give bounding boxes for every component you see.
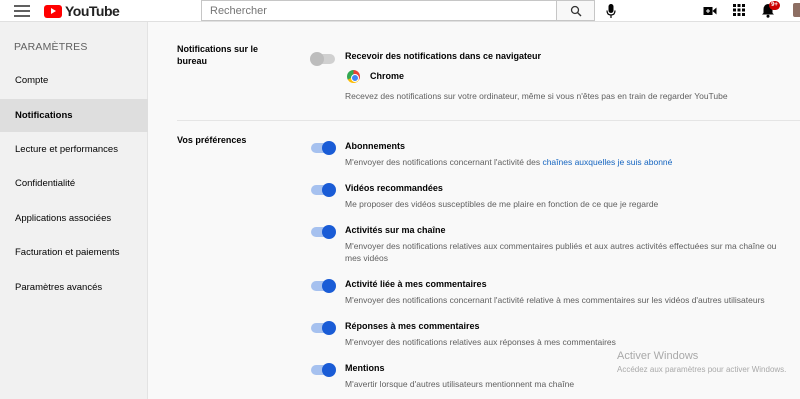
subscriptions-toggle[interactable] <box>311 141 336 155</box>
play-logo-icon <box>44 4 62 18</box>
microphone-icon[interactable] <box>605 3 617 19</box>
watermark-subtitle: Accédez aux paramètres pour activer Wind… <box>617 365 787 374</box>
mentions-title: Mentions <box>345 363 385 373</box>
comment-activity-toggle[interactable] <box>311 279 336 293</box>
logo-text: YouTube <box>65 3 120 19</box>
sidebar-item-label: Confidentialité <box>15 178 76 189</box>
toggle-knob <box>322 279 336 293</box>
sidebar-item-notifications[interactable]: Notifications <box>0 99 148 132</box>
section-divider <box>177 120 800 121</box>
toggle-knob <box>322 321 336 335</box>
browser-notifications-desc: Recevez des notifications sur votre ordi… <box>345 91 728 101</box>
desktop-notifications-label: Notifications sur le bureau <box>177 44 259 66</box>
toggle-knob <box>322 141 336 155</box>
settings-main: Notifications sur le bureau Recevoir des… <box>149 22 800 399</box>
mentions-toggle[interactable] <box>311 363 336 377</box>
recommended-videos-desc: Me proposer des vidéos susceptibles de m… <box>345 199 659 209</box>
toggle-knob <box>322 183 336 197</box>
comment-replies-desc: M'envoyer des notifications relatives au… <box>345 337 616 347</box>
toggle-knob <box>322 225 336 239</box>
sidebar-item-label: Lecture et performances <box>15 144 118 155</box>
comment-replies-title: Réponses à mes commentaires <box>345 321 480 331</box>
search-icon <box>570 5 582 17</box>
browser-notifications-title: Recevoir des notifications dans ce navig… <box>345 51 542 61</box>
comment-activity-desc: M'envoyer des notifications concernant l… <box>345 295 765 305</box>
sidebar-item-label: Paramètres avancés <box>15 282 103 293</box>
sidebar-item-connected-apps[interactable]: Applications associées <box>0 202 148 235</box>
browser-notifications-toggle[interactable] <box>310 52 335 66</box>
sidebar-item-privacy[interactable]: Confidentialité <box>0 167 148 200</box>
channel-activity-title: Activités sur ma chaîne <box>345 225 446 235</box>
avatar[interactable] <box>793 3 800 17</box>
comment-activity-title: Activité liée à mes commentaires <box>345 279 487 289</box>
subscriptions-desc-text: M'envoyer des notifications concernant l… <box>345 157 543 167</box>
sidebar-item-label: Compte <box>15 75 49 86</box>
comment-replies-toggle[interactable] <box>311 321 336 335</box>
search-button[interactable] <box>557 0 595 21</box>
create-video-icon[interactable] <box>703 5 717 17</box>
masthead: YouTube 9+ <box>0 0 800 22</box>
sidebar-item-label: Notifications <box>15 110 73 121</box>
chrome-icon <box>347 70 360 83</box>
preferences-label: Vos préférences <box>177 135 247 145</box>
channel-activity-desc-line2: mes vidéos <box>345 253 388 263</box>
channel-activity-toggle[interactable] <box>311 225 336 239</box>
hamburger-menu-icon[interactable] <box>14 5 30 17</box>
browser-name: Chrome <box>370 71 405 81</box>
sidebar-item-advanced[interactable]: Paramètres avancés <box>0 271 148 304</box>
recommended-videos-toggle[interactable] <box>311 183 336 197</box>
sidebar-heading: PARAMÈTRES <box>14 41 88 53</box>
youtube-logo[interactable]: YouTube <box>44 2 120 20</box>
subscriptions-title: Abonnements <box>345 141 406 151</box>
sidebar-item-label: Applications associées <box>15 213 112 224</box>
subscriptions-desc: M'envoyer des notifications concernant l… <box>345 156 672 168</box>
notification-count-badge: 9+ <box>769 1 780 10</box>
toggle-knob <box>310 52 324 66</box>
sidebar-item-playback[interactable]: Lecture et performances <box>0 133 148 166</box>
search-input[interactable] <box>201 0 557 21</box>
recommended-videos-title: Vidéos recommandées <box>345 183 443 193</box>
mentions-desc: M'avertir lorsque d'autres utilisateurs … <box>345 379 575 389</box>
toggle-knob <box>322 363 336 377</box>
settings-sidebar: PARAMÈTRES Compte Notifications Lecture … <box>0 22 148 399</box>
sidebar-item-label: Facturation et paiements <box>15 247 120 258</box>
apps-grid-icon[interactable] <box>733 4 745 16</box>
channel-activity-desc: M'envoyer des notifications relatives au… <box>345 241 777 251</box>
subscribed-channels-link[interactable]: chaînes auxquelles je suis abonné <box>542 157 672 167</box>
windows-activation-watermark: Activer Windows Accédez aux paramètres p… <box>617 350 786 374</box>
youtube-settings-page: YouTube 9+ PARAMÈTRES Compte Notificatio… <box>0 0 800 399</box>
watermark-title: Activer Windows <box>617 350 699 362</box>
sidebar-item-account[interactable]: Compte <box>0 64 148 97</box>
sidebar-item-billing[interactable]: Facturation et paiements <box>0 236 148 269</box>
